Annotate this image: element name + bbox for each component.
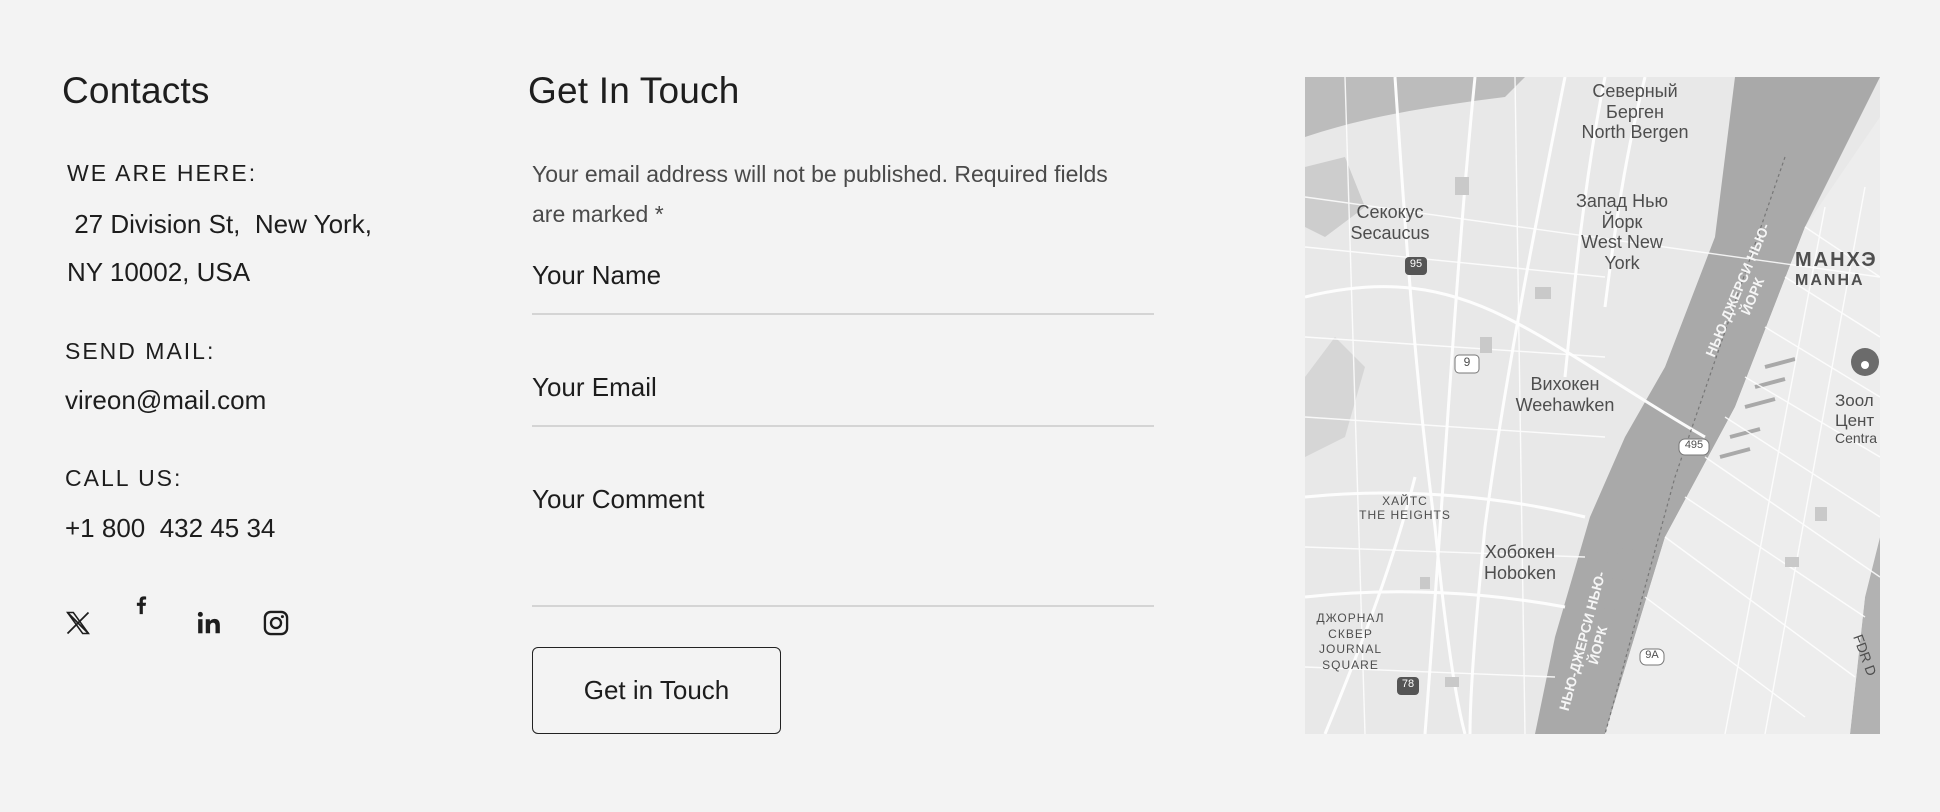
map-label-north-bergen: Северный Берген North Bergen bbox=[1580, 81, 1690, 143]
map-label-west-ny-en: West New York bbox=[1581, 232, 1663, 274]
instagram-icon[interactable] bbox=[262, 603, 328, 643]
linkedin-icon[interactable] bbox=[196, 603, 262, 643]
map-label-zoo-en: Centra bbox=[1835, 430, 1878, 447]
email-field[interactable]: Your Email bbox=[532, 372, 1154, 427]
route-95-label: 95 bbox=[1409, 258, 1423, 270]
map-label-hoboken-ru: Хобокен bbox=[1484, 542, 1556, 562]
map-label-west-ny: Запад Нью Йорк West New York bbox=[1567, 191, 1677, 274]
map-label-weehawken-ru: Вихокен bbox=[1530, 374, 1600, 394]
map-label-heights-en: THE HEIGHTS bbox=[1359, 507, 1451, 522]
address-label: WE ARE HERE: bbox=[67, 160, 258, 186]
map-label-north-bergen-en: North Bergen bbox=[1581, 122, 1689, 143]
map-label-manhattan-en: MANHA bbox=[1795, 272, 1865, 289]
name-field[interactable]: Your Name bbox=[532, 260, 1154, 315]
map-label-secaucus: Секокус Secaucus bbox=[1340, 202, 1440, 243]
address-line2: NY 10002, USA bbox=[67, 257, 251, 287]
comment-placeholder: Your Comment bbox=[532, 484, 705, 514]
contacts-title: Contacts bbox=[62, 70, 210, 111]
map-label-hoboken: Хобокен Hoboken bbox=[1470, 542, 1570, 583]
map-label-secaucus-en: Secaucus bbox=[1350, 222, 1430, 243]
form-title: Get In Touch bbox=[528, 70, 740, 111]
email-placeholder: Your Email bbox=[532, 372, 657, 402]
map-label-journal-en: JOURNAL SQUARE bbox=[1318, 642, 1382, 672]
map-label-zoo-ru: Зоол Цент bbox=[1835, 391, 1875, 430]
mail-value[interactable]: vireon@mail.com bbox=[65, 376, 266, 424]
map-label-heights: ХАЙТС THE HEIGHTS bbox=[1350, 494, 1460, 523]
map-label-manhattan-ru: МАНХЭ bbox=[1795, 249, 1878, 271]
map-label-journal-square: ДЖОРНАЛ СКВЕР JOURNAL SQUARE bbox=[1305, 611, 1408, 673]
map-label-weehawken: Вихокен Weehawken bbox=[1500, 374, 1630, 415]
call-value[interactable]: +1 800 432 45 34 bbox=[65, 504, 275, 552]
facebook-icon[interactable] bbox=[130, 585, 196, 625]
map-label-zoo: Зоол Цент Centra bbox=[1835, 391, 1880, 446]
route-78-label: 78 bbox=[1401, 678, 1415, 690]
social-links bbox=[64, 596, 328, 643]
route-9-label: 9 bbox=[1463, 355, 1471, 369]
route-495-label: 495 bbox=[1684, 439, 1704, 451]
name-placeholder: Your Name bbox=[532, 260, 662, 290]
route-9a-label: 9A bbox=[1645, 649, 1659, 661]
map-label-secaucus-ru: Секокус bbox=[1356, 202, 1424, 222]
location-map[interactable]: Северный Берген North Bergen Секокус Sec… bbox=[1305, 77, 1880, 734]
x-icon[interactable] bbox=[64, 603, 130, 643]
map-label-manhattan: МАНХЭ MANHA bbox=[1795, 249, 1880, 290]
form-note: Your email address will not be published… bbox=[532, 161, 1108, 227]
map-label-north-bergen-ru: Северный Берген bbox=[1592, 81, 1678, 122]
submit-button[interactable]: Get in Touch bbox=[532, 647, 781, 734]
map-label-hoboken-en: Hoboken bbox=[1483, 562, 1557, 583]
map-label-west-ny-ru: Запад Нью Йорк bbox=[1575, 191, 1669, 232]
comment-field[interactable]: Your Comment bbox=[532, 484, 1154, 607]
address-line1: 27 Division St, New York, bbox=[67, 209, 372, 239]
call-label: CALL US: bbox=[65, 465, 183, 491]
map-label-heights-ru: ХАЙТС bbox=[1382, 494, 1428, 508]
map-label-weehawken-en: Weehawken bbox=[1515, 394, 1615, 415]
mail-label: SEND MAIL: bbox=[65, 338, 216, 364]
map-label-journal-ru: ДЖОРНАЛ СКВЕР bbox=[1316, 611, 1385, 641]
